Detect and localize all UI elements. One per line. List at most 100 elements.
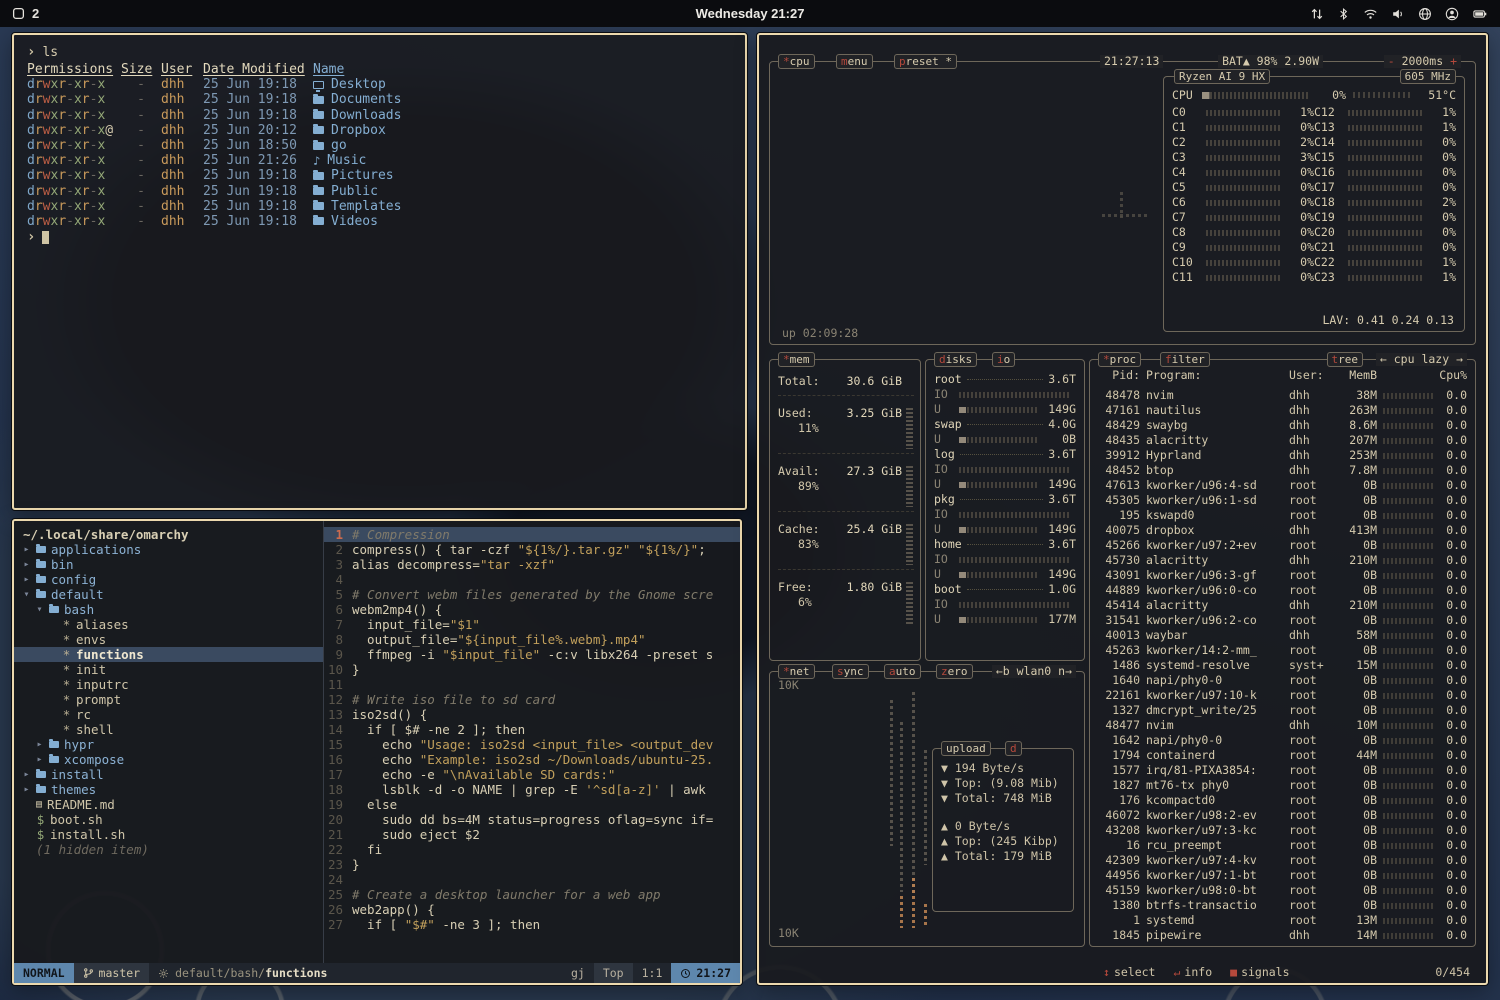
code-line-13[interactable]: 13iso2sd() { <box>324 707 740 722</box>
code-line-18[interactable]: 18 lsblk -d -o NAME | grep -E '^sd[a-z]'… <box>324 782 740 797</box>
tab-mem[interactable]: *mem <box>778 352 815 367</box>
process-row-1327[interactable]: 1327dmcrypt_write/25root0B0.0 <box>1098 703 1467 718</box>
process-row-39912[interactable]: 39912Hyprlanddhh253M0.0 <box>1098 448 1467 463</box>
code-line-20[interactable]: 20 sudo dd bs=4M status=progress oflag=s… <box>324 812 740 827</box>
interval-minus-button[interactable]: - <box>1388 54 1395 68</box>
file-row-templates[interactable]: drwxr-xr-x-dhh25 Jun 19:18Templates <box>27 199 732 214</box>
tree-item-readme-md[interactable]: ▤README.md <box>14 797 323 812</box>
file-row-music[interactable]: drwxr-xr-x-dhh25 Jun 21:26♪Music <box>27 153 732 168</box>
code-line-1[interactable]: 1# Compression <box>324 527 740 542</box>
command-line-empty[interactable]: › <box>27 229 732 246</box>
tab-upload[interactable]: upload <box>941 741 991 756</box>
tree-item-bash[interactable]: ▾bash <box>14 602 323 617</box>
code-line-21[interactable]: 21 sudo eject $2 <box>324 827 740 842</box>
tree-root-path[interactable]: ~/.local/share/omarchy <box>14 527 323 542</box>
process-row-47613[interactable]: 47613kworker/u96:4-sdroot0B0.0 <box>1098 478 1467 493</box>
code-line-7[interactable]: 7 input_file="$1" <box>324 617 740 632</box>
tree-item-envs[interactable]: *envs <box>14 632 323 647</box>
tree-item-init[interactable]: *init <box>14 662 323 677</box>
code-line-26[interactable]: 26web2app() { <box>324 902 740 917</box>
tree-item-install-sh[interactable]: $install.sh <box>14 827 323 842</box>
wifi-icon[interactable] <box>1363 7 1378 21</box>
code-line-16[interactable]: 16 echo "Example: iso2sd ~/Downloads/ubu… <box>324 752 740 767</box>
code-line-6[interactable]: 6webm2mp4() { <box>324 602 740 617</box>
process-row-44956[interactable]: 44956kworker/u97:1-btroot0B0.0 <box>1098 868 1467 883</box>
code-line-25[interactable]: 25# Create a desktop launcher for a web … <box>324 887 740 902</box>
tree-item-aliases[interactable]: *aliases <box>14 617 323 632</box>
preset-button[interactable]: preset * <box>894 54 957 69</box>
volume-icon[interactable] <box>1391 7 1405 21</box>
tab-sync[interactable]: sync <box>832 664 869 679</box>
code-line-10[interactable]: 10} <box>324 662 740 677</box>
editor-window[interactable]: ~/.local/share/omarchy ▸applications▸bin… <box>12 519 742 985</box>
process-row-48478[interactable]: 48478nvimdhh38M0.0 <box>1098 388 1467 403</box>
file-row-pictures[interactable]: drwxr-xr-x-dhh25 Jun 19:18Pictures <box>27 168 732 183</box>
tree-item-inputrc[interactable]: *inputrc <box>14 677 323 692</box>
code-line-11[interactable]: 11 <box>324 677 740 692</box>
code-line-3[interactable]: 3alias decompress="tar -xzf" <box>324 557 740 572</box>
process-row-1794[interactable]: 1794containerdroot44M0.0 <box>1098 748 1467 763</box>
tree-item-shell[interactable]: *shell <box>14 722 323 737</box>
file-row-downloads[interactable]: drwxr-xr-x-dhh25 Jun 19:18Downloads <box>27 108 732 123</box>
process-row-40075[interactable]: 40075dropboxdhh413M0.0 <box>1098 523 1467 538</box>
select-action[interactable]: ↕select <box>1103 965 1155 980</box>
code-line-27[interactable]: 27 if [ "$#" -ne 3 ]; then <box>324 917 740 932</box>
tree-item-default[interactable]: ▾default <box>14 587 323 602</box>
process-row-16[interactable]: 16rcu_preemptroot0B0.0 <box>1098 838 1467 853</box>
code-line-23[interactable]: 23} <box>324 857 740 872</box>
code-line-2[interactable]: 2compress() { tar -czf "${1%/}.tar.gz" "… <box>324 542 740 557</box>
code-line-8[interactable]: 8 output_file="${input_file%.webm}.mp4" <box>324 632 740 647</box>
process-row-40013[interactable]: 40013waybardhh58M0.0 <box>1098 628 1467 643</box>
tab-filter[interactable]: filter <box>1160 352 1210 367</box>
process-row-1827[interactable]: 1827mt76-tx phy0root0B0.0 <box>1098 778 1467 793</box>
process-row-45730[interactable]: 45730alacrittydhh210M0.0 <box>1098 553 1467 568</box>
file-row-desktop[interactable]: drwxr-xr-x-dhh25 Jun 19:18Desktop <box>27 77 732 92</box>
process-row-45305[interactable]: 45305kworker/u96:1-sdroot0B0.0 <box>1098 493 1467 508</box>
code-line-5[interactable]: 5# Convert webm files generated by the G… <box>324 587 740 602</box>
tree-item-themes[interactable]: ▸themes <box>14 782 323 797</box>
tree-item-prompt[interactable]: *prompt <box>14 692 323 707</box>
system-monitor-window[interactable]: *cpu menu preset * 21:27:13 BAT▲ 98% 2.9… <box>757 33 1488 985</box>
workspace-number[interactable]: 2 <box>32 6 39 21</box>
tree-item-boot-sh[interactable]: $boot.sh <box>14 812 323 827</box>
file-row-public[interactable]: drwxr-xr-x-dhh25 Jun 19:18Public <box>27 184 732 199</box>
arrows-icon[interactable] <box>1310 7 1324 21</box>
tab-auto[interactable]: auto <box>884 664 921 679</box>
process-row-22161[interactable]: 22161kworker/u97:10-kroot0B0.0 <box>1098 688 1467 703</box>
process-row-1640[interactable]: 1640napi/phy0-0root0B0.0 <box>1098 673 1467 688</box>
code-line-15[interactable]: 15 echo "Usage: iso2sd <input_file> <out… <box>324 737 740 752</box>
code-line-9[interactable]: 9 ffmpeg -i "$input_file" -c:v libx264 -… <box>324 647 740 662</box>
code-line-22[interactable]: 22 fi <box>324 842 740 857</box>
tab-net[interactable]: *net <box>778 664 815 679</box>
file-row-go[interactable]: drwxr-xr-x-dhh25 Jun 18:50go <box>27 138 732 153</box>
code-line-12[interactable]: 12# Write iso file to sd card <box>324 692 740 707</box>
tree-item-config[interactable]: ▸config <box>14 572 323 587</box>
user-icon[interactable] <box>1445 7 1459 21</box>
process-row-43091[interactable]: 43091kworker/u96:3-gfroot0B0.0 <box>1098 568 1467 583</box>
tree-item-hypr[interactable]: ▸hypr <box>14 737 323 752</box>
process-row-45263[interactable]: 45263kworker/14:2-mm_root0B0.0 <box>1098 643 1467 658</box>
process-row-48429[interactable]: 48429swaybgdhh8.6M0.0 <box>1098 418 1467 433</box>
tree-item-xcompose[interactable]: ▸xcompose <box>14 752 323 767</box>
network-interface[interactable]: ←b wlan0 n→ <box>992 665 1076 678</box>
file-row-videos[interactable]: drwxr-xr-x-dhh25 Jun 19:18Videos <box>27 214 732 229</box>
code-line-4[interactable]: 4 <box>324 572 740 587</box>
process-row-31541[interactable]: 31541kworker/u96:2-coroot0B0.0 <box>1098 613 1467 628</box>
tree-item-rc[interactable]: *rc <box>14 707 323 722</box>
signals-action[interactable]: ■signals <box>1230 965 1289 980</box>
tab-tree[interactable]: tree <box>1327 352 1364 367</box>
info-action[interactable]: ↵info <box>1173 965 1212 980</box>
process-row-1577[interactable]: 1577irq/81-PIXA3854:root0B0.0 <box>1098 763 1467 778</box>
process-row-46072[interactable]: 46072kworker/u98:2-evroot0B0.0 <box>1098 808 1467 823</box>
file-row-dropbox[interactable]: drwxr-xr-x@-dhh25 Jun 20:12Dropbox <box>27 123 732 138</box>
proc-nav[interactable]: ← cpu lazy → <box>1376 353 1467 366</box>
process-row-45266[interactable]: 45266kworker/u97:2+evroot0B0.0 <box>1098 538 1467 553</box>
tab-zero[interactable]: zero <box>936 664 973 679</box>
battery-icon[interactable] <box>1472 7 1488 21</box>
process-row-45414[interactable]: 45414alacrittydhh210M0.0 <box>1098 598 1467 613</box>
process-row-44889[interactable]: 44889kworker/u96:0-coroot0B0.0 <box>1098 583 1467 598</box>
tree-item-applications[interactable]: ▸applications <box>14 542 323 557</box>
process-row-1845[interactable]: 1845pipewiredhh14M0.0 <box>1098 928 1467 942</box>
code-line-14[interactable]: 14 if [ $# -ne 2 ]; then <box>324 722 740 737</box>
process-row-47161[interactable]: 47161nautilusdhh263M0.0 <box>1098 403 1467 418</box>
